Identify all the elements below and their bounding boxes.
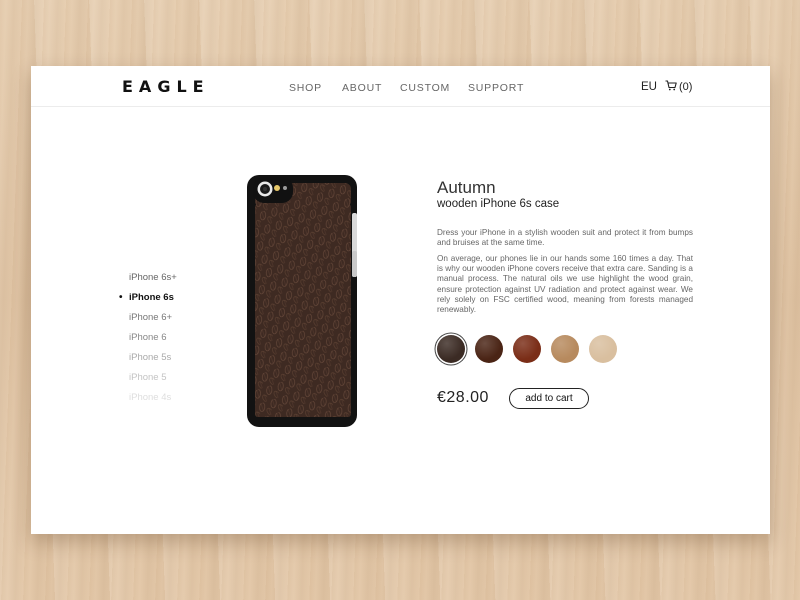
cart-icon <box>665 80 677 94</box>
model-option-label: iPhone 4s <box>129 392 172 403</box>
model-option[interactable]: iPhone 4s <box>129 392 171 403</box>
model-option[interactable]: iPhone 6+ <box>129 312 172 323</box>
nav-custom[interactable]: CUSTOM <box>400 82 450 94</box>
brand-logo[interactable]: EAGLE <box>122 77 210 96</box>
product-description-intro: Dress your iPhone in a stylish wooden su… <box>437 228 693 248</box>
product-image <box>245 173 359 434</box>
cart-count: (0) <box>679 81 693 93</box>
model-option-label: iPhone 6s+ <box>129 272 177 283</box>
product-subtitle: wooden iPhone 6s case <box>437 198 560 210</box>
product-description-detail: On average, our phones lie in our hands … <box>437 254 693 315</box>
color-swatch[interactable] <box>513 335 541 363</box>
model-option-label: iPhone 6s <box>129 292 174 303</box>
nav-about[interactable]: ABOUT <box>342 82 382 94</box>
model-option-label: iPhone 5s <box>129 352 172 363</box>
color-swatch[interactable] <box>437 335 465 363</box>
region-selector[interactable]: EU <box>641 81 657 93</box>
color-swatch[interactable] <box>589 335 617 363</box>
model-option-label: iPhone 6 <box>129 332 167 343</box>
product-page: EAGLE SHOP ABOUT CUSTOM SUPPORT EU (0) i… <box>31 66 770 534</box>
selected-bullet-icon: • <box>119 292 123 303</box>
model-option[interactable]: iPhone 6s+ <box>129 272 177 283</box>
product-price: €28.00 <box>437 389 489 406</box>
color-swatch[interactable] <box>475 335 503 363</box>
nav-shop[interactable]: SHOP <box>289 82 322 94</box>
model-option[interactable]: iPhone 5s <box>129 352 171 363</box>
product-title: Autumn <box>437 178 496 197</box>
model-option-label: iPhone 5 <box>129 372 167 383</box>
model-option[interactable]: • iPhone 6s <box>119 292 174 303</box>
model-option[interactable]: iPhone 6 <box>129 332 167 343</box>
model-option[interactable]: iPhone 5 <box>129 372 167 383</box>
color-swatch[interactable] <box>551 335 579 363</box>
cart-button[interactable]: (0) <box>665 80 692 94</box>
nav-support[interactable]: SUPPORT <box>468 82 524 94</box>
add-to-cart-button[interactable]: add to cart <box>509 388 589 409</box>
top-navigation-bar: EAGLE SHOP ABOUT CUSTOM SUPPORT EU (0) <box>31 66 770 107</box>
model-option-label: iPhone 6+ <box>129 312 173 323</box>
